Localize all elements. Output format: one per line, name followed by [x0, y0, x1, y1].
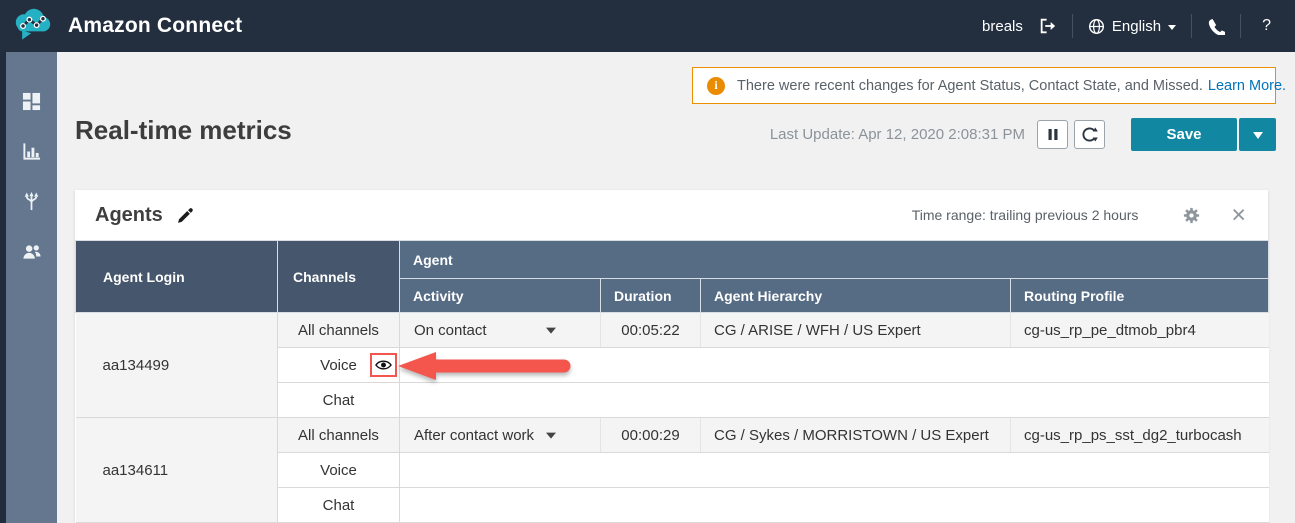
channel-cell: Chat	[277, 487, 400, 523]
activity-cell[interactable]: After contact work	[399, 417, 601, 453]
panel-title: Agents	[95, 203, 163, 226]
activity-value: After contact work	[414, 426, 535, 444]
agent-login-cell: aa134499	[75, 312, 278, 418]
update-controls: Last Update: Apr 12, 2020 2:08:31 PM Sav…	[770, 117, 1276, 151]
learn-more-link[interactable]: Learn More.	[1208, 78, 1286, 94]
phone-button[interactable]	[1207, 17, 1226, 35]
pencil-icon	[177, 207, 193, 223]
app-title: Amazon Connect	[68, 14, 243, 37]
voice-visibility-toggle[interactable]	[370, 353, 397, 377]
sidebar-item-metrics[interactable]	[6, 142, 57, 161]
empty-cell	[399, 452, 1269, 488]
table-row: aa134611 All channels After contact work…	[75, 417, 1269, 523]
channel-cell: Chat	[277, 382, 400, 418]
last-update-label: Last Update: Apr 12, 2020 2:08:31 PM	[769, 125, 1025, 143]
column-header-agent-login[interactable]: Agent Login	[75, 240, 278, 313]
chevron-down-icon[interactable]	[546, 432, 556, 439]
close-panel-button[interactable]: ×	[1231, 203, 1246, 228]
divider	[1240, 14, 1242, 38]
chevron-down-icon	[1168, 24, 1177, 30]
phone-icon	[1208, 18, 1226, 35]
language-label: English	[1111, 17, 1162, 35]
notification-message: There were recent changes for Agent Stat…	[737, 77, 1203, 94]
top-navigation-bar: Amazon Connect breals English ?	[0, 0, 1295, 52]
agent-hierarchy-cell: CG / Sykes / MORRISTOWN / US Expert	[700, 417, 1011, 453]
info-icon: i	[707, 76, 725, 95]
duration-cell: 00:00:29	[600, 417, 701, 453]
column-header-activity[interactable]: Activity	[399, 278, 601, 313]
column-header-duration[interactable]: Duration	[600, 278, 701, 313]
help-button[interactable]: ?	[1256, 17, 1277, 35]
column-header-channels[interactable]: Channels	[277, 240, 400, 313]
language-selector[interactable]: English	[1088, 17, 1177, 35]
table-header-row: Agent Login Channels Agent	[75, 240, 1270, 313]
routing-profile-cell: cg-us_rp_ps_sst_dg2_turbocash	[1010, 417, 1269, 453]
empty-cell	[399, 347, 1269, 383]
divider	[1191, 14, 1193, 38]
agent-hierarchy-cell: CG / ARISE / WFH / US Expert	[700, 312, 1011, 348]
page-title: Real-time metrics	[75, 115, 292, 145]
dashboard-icon	[22, 92, 41, 111]
topbar-right-group: breals English ?	[982, 14, 1277, 38]
settings-button[interactable]	[1182, 206, 1201, 225]
agent-login-cell: aa134611	[75, 417, 278, 523]
routing-profile-cell: cg-us_rp_pe_dtmob_pbr4	[1010, 312, 1269, 348]
amazon-connect-logo-icon[interactable]	[10, 6, 56, 46]
save-dropdown-button[interactable]	[1239, 117, 1276, 151]
refresh-button[interactable]	[1074, 119, 1105, 149]
divider	[1071, 14, 1073, 38]
chevron-down-icon	[1252, 131, 1263, 139]
users-icon	[22, 245, 41, 259]
channel-cell-voice: Voice	[277, 347, 400, 383]
column-header-agent-hierarchy[interactable]: Agent Hierarchy	[700, 278, 1011, 313]
column-header-routing-profile[interactable]: Routing Profile	[1009, 278, 1270, 313]
time-range-label: Time range: trailing previous 2 hours	[911, 207, 1139, 223]
gear-icon	[1184, 207, 1200, 223]
amazon-connect-app: Amazon Connect breals English ? i There …	[0, 0, 1295, 523]
edit-table-button[interactable]	[176, 207, 193, 224]
notification-banner: i There were recent changes for Agent St…	[692, 67, 1286, 104]
activity-value: On contact	[414, 321, 487, 339]
logout-button[interactable]	[1038, 17, 1057, 35]
pause-icon	[1048, 128, 1057, 140]
username-label: breals	[982, 17, 1023, 35]
left-navigation-sidebar	[0, 52, 57, 523]
column-group-agent: Agent	[398, 240, 1270, 279]
bar-chart-icon	[23, 143, 41, 160]
empty-cell	[399, 487, 1269, 523]
activity-cell[interactable]: On contact	[399, 312, 601, 348]
empty-cell	[399, 382, 1269, 418]
panel-header-right: Time range: trailing previous 2 hours ×	[911, 203, 1246, 228]
refresh-icon	[1082, 126, 1098, 142]
channel-value: Voice	[320, 356, 357, 374]
table-row: aa134499 All channels On contact 00:05:2…	[75, 312, 1269, 418]
sidebar-item-dashboard[interactable]	[6, 92, 57, 111]
globe-icon	[1088, 18, 1104, 34]
sidebar-item-routing[interactable]	[6, 192, 57, 211]
chevron-down-icon[interactable]	[546, 327, 556, 334]
agents-table: Agent Login Channels Agent Activity Dura…	[75, 240, 1270, 523]
channel-cell: Voice	[277, 452, 400, 488]
agents-panel: Agents Time range: trailing previous 2 h…	[75, 190, 1270, 523]
save-button[interactable]: Save	[1131, 117, 1237, 151]
eye-icon	[375, 360, 392, 370]
pause-button[interactable]	[1037, 119, 1068, 149]
sidebar-item-users[interactable]	[6, 242, 57, 261]
duration-cell: 00:05:22	[600, 312, 701, 348]
channel-cell: All channels	[277, 417, 400, 453]
logout-icon	[1040, 18, 1056, 34]
channel-cell: All channels	[277, 312, 400, 348]
agents-panel-header: Agents Time range: trailing previous 2 h…	[75, 190, 1268, 240]
routing-split-icon	[24, 192, 39, 211]
